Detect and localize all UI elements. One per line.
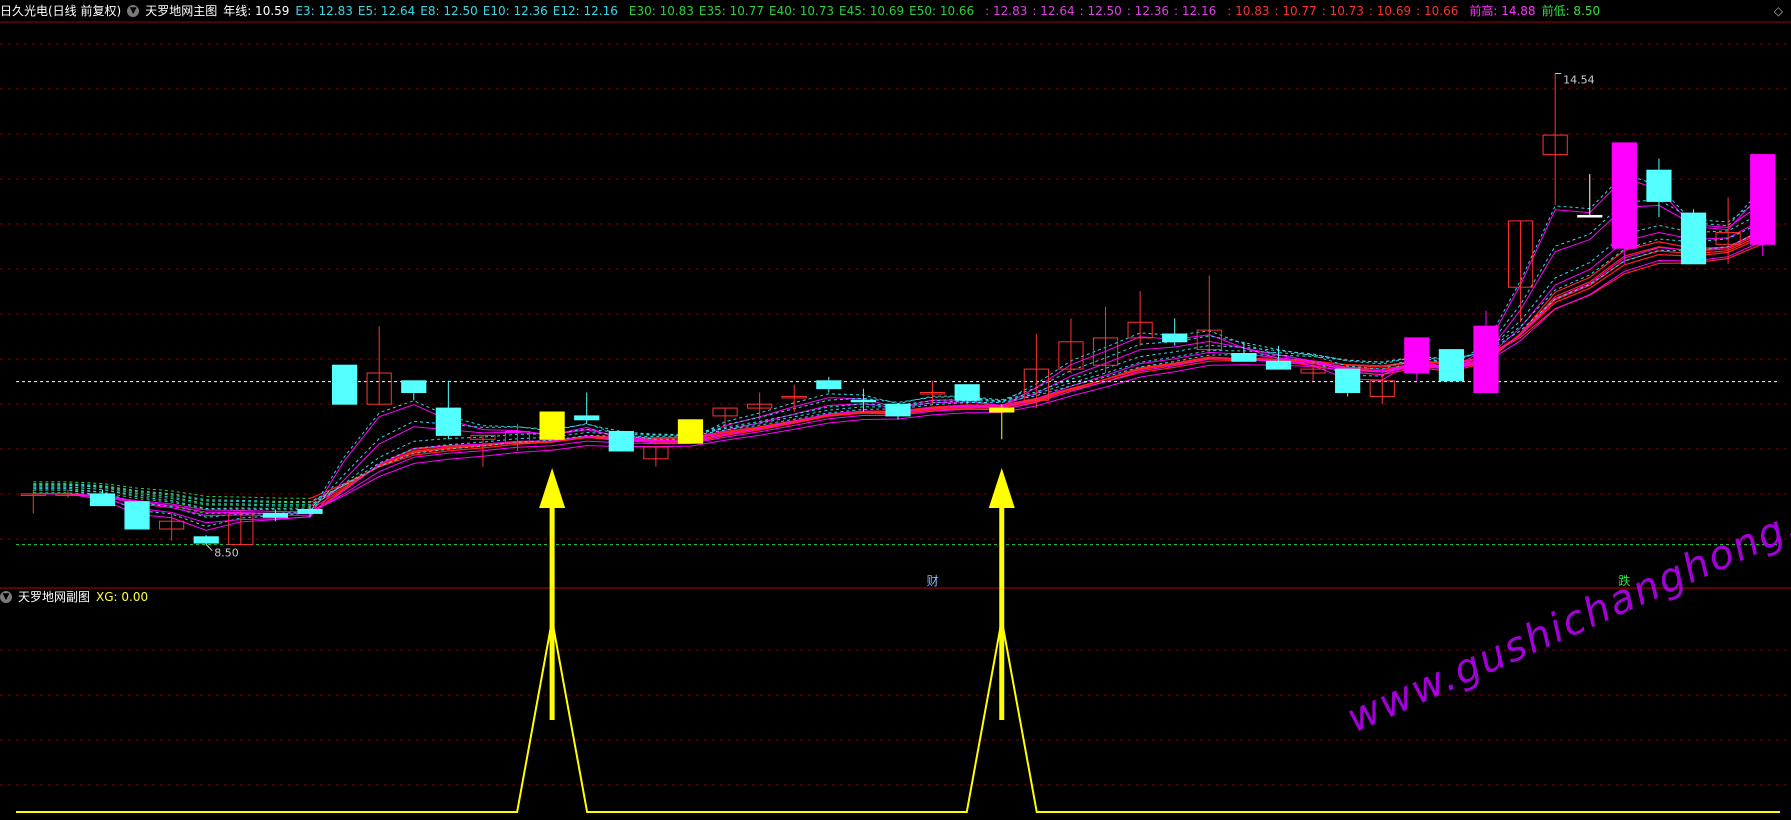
long-ma-green bbox=[33, 492, 311, 515]
red-values: : 10.83 : 10.77 : 10.73 : 10.69 : 10.66 bbox=[1227, 0, 1463, 22]
e-long-2: E40: 10.73 bbox=[768, 4, 835, 18]
sub-header: ▼ 天罗地网副图 XG: 0.00 bbox=[0, 586, 154, 608]
candle-body bbox=[262, 512, 289, 518]
collapse-icon[interactable]: ▼ bbox=[127, 5, 140, 17]
candle-body bbox=[1646, 169, 1672, 202]
candle-body bbox=[1680, 212, 1707, 265]
candle-body bbox=[850, 399, 877, 403]
short-ma-magenta bbox=[33, 229, 1763, 514]
main-header: 日久光电(日线 前复权) ▼ 天罗地网主图 年线: 10.59 E3: 12.8… bbox=[0, 0, 1606, 22]
short-ma-cyan bbox=[33, 197, 1763, 518]
candle-body bbox=[1265, 360, 1292, 370]
candle-body bbox=[297, 509, 323, 514]
e-long-3: E45: 10.69 bbox=[839, 4, 905, 18]
long-ma-green bbox=[33, 481, 311, 499]
candle-body bbox=[677, 419, 704, 444]
red-1: : 10.77 bbox=[1274, 4, 1317, 18]
mag-3: : 12.36 bbox=[1126, 4, 1170, 18]
short-ma-magenta bbox=[33, 218, 1763, 517]
chart-stage: 14.548.50财跌涨 日久光电(日线 前复权) ▼ 天罗地网主图 年线: 1… bbox=[0, 0, 1791, 816]
e-long-1: E35: 10.77 bbox=[698, 4, 764, 18]
e-short-4: E12: 12.16 bbox=[552, 4, 618, 18]
e-values-long: E30: 10.83 E35: 10.77 E40: 10.73 E45: 10.69… bbox=[629, 0, 979, 22]
magenta-values: : 12.83 : 12.64 : 12.50 : 12.36 : 12.16 bbox=[985, 0, 1221, 22]
candle-body bbox=[574, 415, 600, 421]
candle-body bbox=[1231, 353, 1257, 362]
xg-value: XG: 0.00 bbox=[96, 590, 149, 604]
short-ma-cyan bbox=[33, 211, 1763, 510]
mag-2: : 12.50 bbox=[1079, 4, 1122, 18]
candle-body bbox=[1335, 368, 1361, 394]
candle-body bbox=[435, 407, 461, 436]
candle-body bbox=[89, 493, 116, 507]
signal-arrow-head bbox=[988, 468, 1015, 508]
short-ma-cyan bbox=[33, 173, 1764, 528]
candle-body bbox=[1611, 142, 1637, 249]
low-value-label: 8.50 bbox=[214, 547, 239, 560]
short-ma-cyan bbox=[33, 230, 1763, 503]
candle-body bbox=[1577, 214, 1603, 218]
e-short-1: E5: 12.64 bbox=[357, 4, 416, 18]
red-4: : 10.66 bbox=[1416, 4, 1459, 18]
indicator-sub-name[interactable]: 天罗地网副图 bbox=[18, 586, 90, 608]
red-0: : 10.83 bbox=[1227, 4, 1270, 18]
signal-arrow-head bbox=[539, 468, 566, 508]
candle-body bbox=[1404, 337, 1430, 374]
prev-low: 前低: 8.50 bbox=[1541, 4, 1601, 18]
candle-body bbox=[193, 536, 219, 544]
short-ma-magenta bbox=[33, 177, 1764, 531]
indicator-main-name[interactable]: 天罗地网主图 bbox=[145, 0, 217, 22]
e-values-short: E3: 12.83 E5: 12.64 E8: 12.50 E10: 12.36 E12… bbox=[295, 0, 622, 22]
e-short-0: E3: 12.83 bbox=[295, 4, 353, 18]
candle-body bbox=[124, 501, 150, 530]
candle-body bbox=[1473, 325, 1499, 394]
signal-label: 财 bbox=[927, 574, 939, 588]
stock-title: 日久光电(日线 前复权) bbox=[0, 4, 122, 18]
candle-body bbox=[885, 403, 911, 417]
low-marker-line bbox=[205, 544, 213, 551]
year-line-value: 年线: 10.59 bbox=[223, 4, 290, 18]
mag-0: : 12.83 bbox=[985, 4, 1028, 18]
candle-body bbox=[608, 431, 634, 452]
red-3: : 10.69 bbox=[1368, 4, 1412, 18]
chart-canvas: 14.548.50财跌涨 bbox=[0, 21, 1791, 813]
mag-1: : 12.64 bbox=[1032, 4, 1075, 18]
e-short-3: E10: 12.36 bbox=[482, 4, 548, 18]
candle-body bbox=[954, 384, 980, 401]
e-long-4: E50: 10.66 bbox=[909, 4, 975, 18]
candle-body bbox=[1162, 333, 1188, 343]
e-short-2: E8: 12.50 bbox=[420, 4, 478, 18]
mag-4: : 12.16 bbox=[1174, 4, 1217, 18]
collapse-icon[interactable]: ▼ bbox=[0, 591, 12, 603]
red-2: : 10.73 bbox=[1321, 4, 1364, 18]
candle-body bbox=[1750, 154, 1776, 245]
candle-body bbox=[816, 380, 842, 390]
candle-body bbox=[539, 411, 565, 440]
e-long-0: E30: 10.83 bbox=[628, 4, 694, 18]
candle-body bbox=[331, 364, 358, 405]
high-value-label: 14.54 bbox=[1563, 73, 1595, 86]
short-ma-magenta bbox=[33, 240, 1763, 513]
short-ma-cyan bbox=[33, 221, 1763, 506]
candle-body bbox=[1438, 349, 1465, 382]
diamond-icon[interactable]: ◇ bbox=[1774, 4, 1783, 18]
prev-high: 前高: 14.88 bbox=[1469, 4, 1536, 18]
candle-body bbox=[989, 407, 1015, 413]
short-ma-magenta bbox=[33, 202, 1763, 524]
candle-body bbox=[401, 380, 427, 393]
